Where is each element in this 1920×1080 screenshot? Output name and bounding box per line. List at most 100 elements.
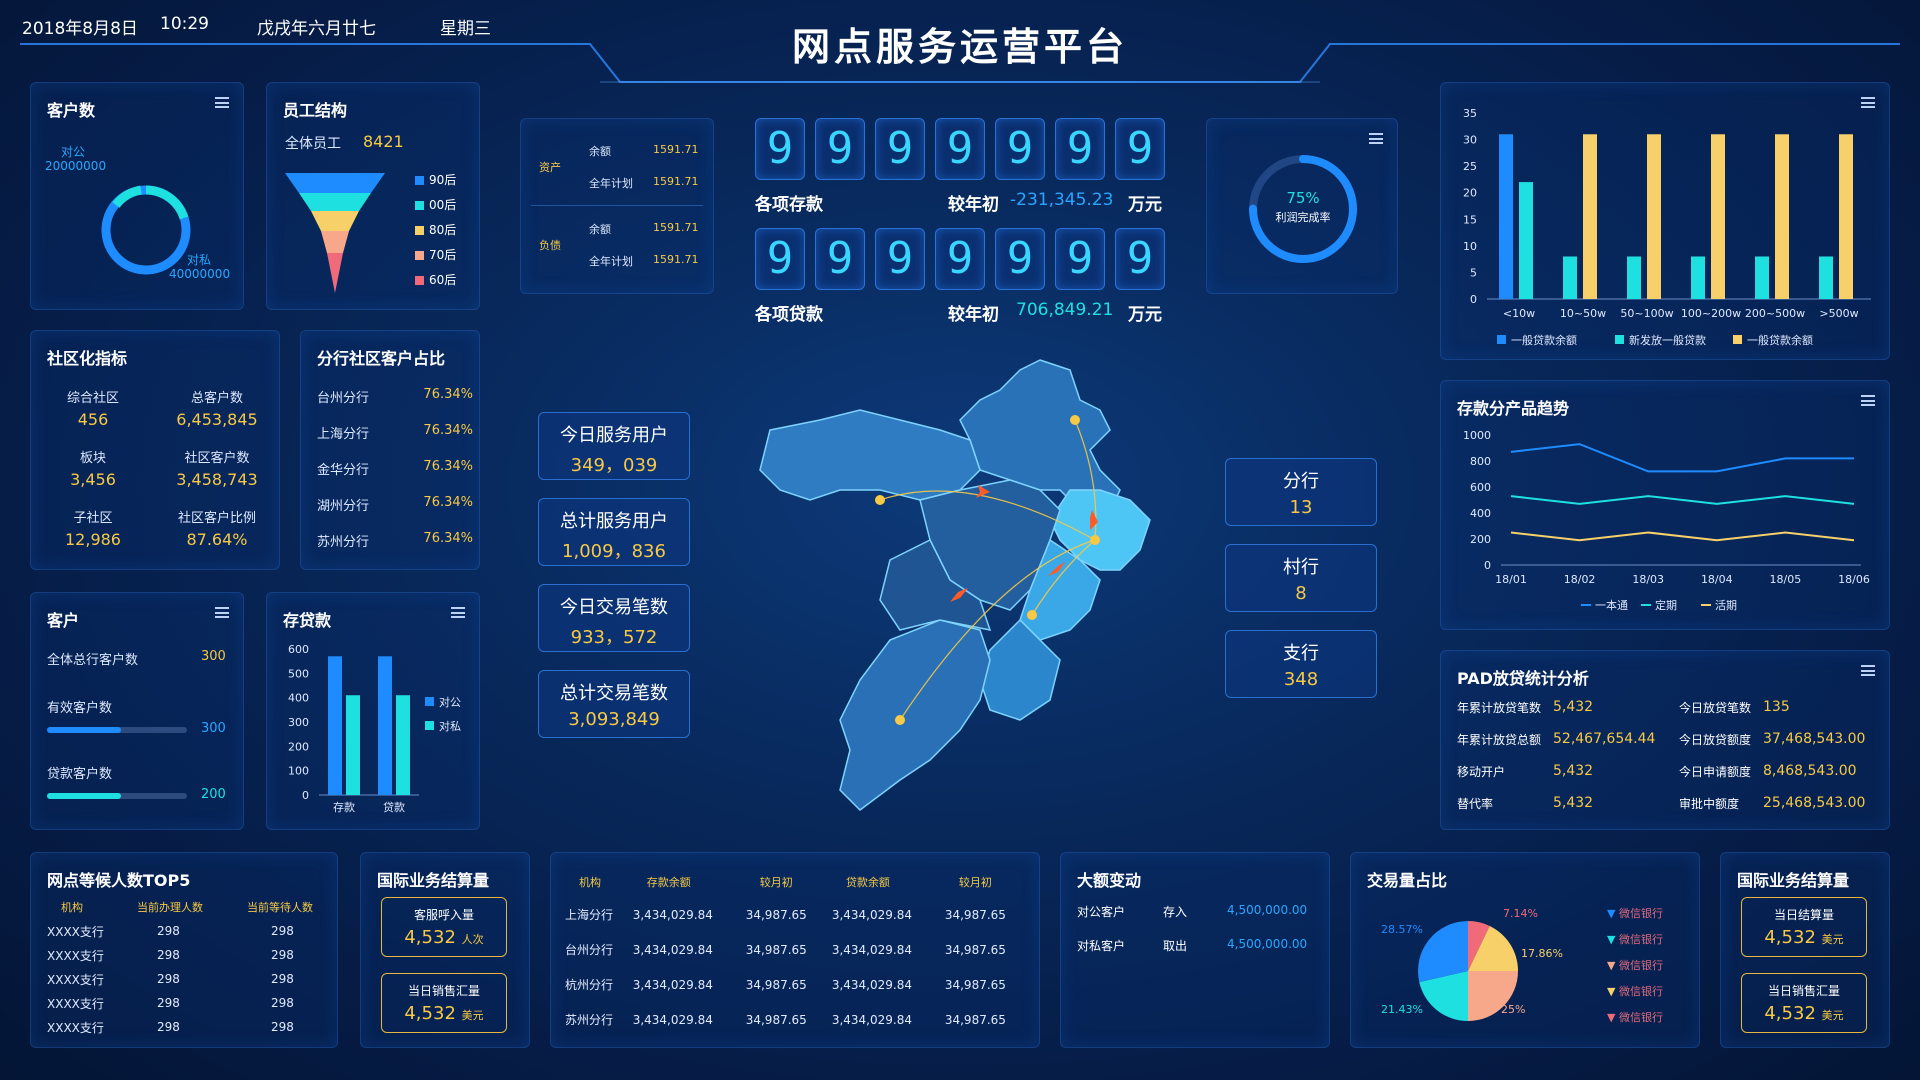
bar [1647,134,1661,299]
legend-label: 一本通 [1595,598,1628,612]
digit: 9 [755,228,805,290]
menu-icon[interactable] [215,97,229,108]
digit: 9 [815,118,865,180]
pad-row: 替代率 5,432 审批中额度 25,468,543.00 [1457,795,1866,811]
x-tick-label: 贷款 [383,800,405,814]
deposit-unit: 万元 [1128,195,1162,215]
panel-title: 客户 [47,611,80,630]
staff-total-value: 8421 [363,132,404,151]
client-label: 全体总行客户数 [47,653,139,668]
list-item: 台州分行 76.34% [317,387,473,406]
legend-item: ▼ 微信银行 [1607,985,1663,998]
table-header: 机构 当前办理人数 当前等待人数 [61,901,313,914]
community-item: 子社区 12,986 [65,511,121,549]
loan-unit: 万元 [1128,305,1162,325]
asset-balance: 1591.71 [653,143,699,156]
client-label: 有效客户数 [47,701,113,716]
y-tick-label: 300 [288,716,309,729]
series-line [1510,443,1854,473]
asset-plan: 1591.71 [653,175,699,188]
org-stat: 支行 348 [1225,630,1377,698]
client-value: 200 [201,787,226,802]
branch-ratio-panel: 分行社区客户占比 台州分行 76.34% 上海分行 76.34% 金华分行 76.34… [300,330,480,570]
service-stat: 总计交易笔数 3,093,849 [538,670,690,738]
bar [1627,256,1641,299]
y-tick-label: 500 [288,667,309,680]
table-row: 苏州分行 3,434,029.84 34,987.65 3,434,029.84 34,… [565,1012,1006,1028]
y-tick-label: 200 [1470,533,1491,546]
legend-label: 一般贷款余额 [1511,333,1577,347]
panel-title: 员工结构 [283,101,348,120]
x-tick-label: 18/03 [1632,573,1664,586]
profit-panel: 75% 利润完成率 [1206,118,1398,294]
series-line [1510,531,1855,542]
client-value: 300 [201,721,226,736]
panel-title: 网点等候人数TOP5 [47,871,191,890]
y-tick-label: 0 [1470,293,1477,306]
branch-table-panel: 机构 存款余额 较月初 贷款余额 较月初 上海分行 3,434,029.84 34,987.… [550,852,1040,1048]
legend-swatch [1733,335,1742,344]
x-tick-label: 200~500w [1745,307,1805,320]
y-tick-label: 600 [288,643,309,656]
x-tick-label: 18/04 [1701,573,1733,586]
service-stat: 总计服务用户 1,009，836 [538,498,690,566]
legend-item: 00后 [415,196,456,221]
pad-row: 年累计放贷总额 52,467,654.44 今日放贷额度 37,468,543.00 [1457,731,1866,747]
x-tick-label: 10~50w [1560,307,1606,320]
list-item: 金华分行 76.34% [317,459,473,478]
debt-plan: 1591.71 [653,253,699,266]
txn-pie-chart: 7.14% 17.86% 25% 21.43% 28.57% [1381,907,1563,1021]
table-row: 台州分行 3,434,029.84 34,987.65 3,434,029.84 34,… [565,942,1006,958]
community-panel: 社区化指标 综合社区 456 总客户数 6,453,845 板块 3,456 社区客户… [30,330,280,570]
loan-bar-panel: 0 5 10 15 20 25 30 35 <10w 10~50w 50~100w 100~200w 2… [1440,82,1890,360]
legend-item: 60后 [415,271,456,296]
intl-box: 当日结算量 4,532 美元 [1741,897,1867,957]
org-stat: 分行 13 [1225,458,1377,526]
y-tick-label: 600 [1470,481,1491,494]
waiting-table: 机构 当前办理人数 当前等待人数 XXXX支行 298 298 XXXX支行 298 298… [47,895,327,1039]
loan-progress-track [47,793,187,799]
pad-grid: 年累计放贷笔数 5,432 今日放贷笔数 135 年累计放贷总额 52,467,654… [1457,699,1877,827]
menu-icon[interactable] [1369,133,1383,144]
digit: 9 [935,118,985,180]
bar [346,695,360,795]
x-tick-label: 18/01 [1495,573,1527,586]
bar [1711,134,1725,299]
pie-label: 21.43% [1381,1003,1423,1016]
bar [1839,134,1853,299]
profit-percent: 75% [1286,189,1320,207]
legend-label: 对公 [439,695,461,709]
menu-icon[interactable] [215,607,229,618]
list-item: 上海分行 76.34% [317,423,473,442]
digit: 9 [1055,118,1105,180]
bar [1583,134,1597,299]
region-map[interactable] [740,340,1180,830]
menu-icon[interactable] [1861,665,1875,676]
y-tick-label: 400 [288,692,309,705]
digit: 9 [995,118,1045,180]
y-tick-label: 30 [1463,134,1477,147]
bar [1819,256,1833,299]
community-item: 社区客户数 3,458,743 [176,451,258,489]
y-tick-label: 800 [1470,455,1491,468]
intl-panel-2: 国际业务结算量 当日结算量 4,532 美元 当日销售汇量 4,532 美元 [1720,852,1890,1048]
legend-item: 80后 [415,221,456,246]
bar [1499,134,1513,299]
y-tick-label: 1000 [1463,429,1491,442]
client-panel: 客户 全体总行客户数 300 有效客户数 300 贷款客户数 200 [30,592,244,830]
legend-label: 对私 [439,719,461,733]
table-header: 机构 存款余额 较月初 贷款余额 较月初 [579,876,992,889]
legend-item: 90后 [415,171,456,196]
txn-share-panel: 交易量占比 7.14% 17.86% 25% 21.43% 28.57% ▼ 微信银行 … [1350,852,1700,1048]
pie-label: 25% [1501,1003,1525,1016]
panel-title: 社区化指标 [47,349,128,368]
x-tick-label: 18/06 [1838,573,1870,586]
header-lunar: 戊戌年六月廿七 [257,19,376,39]
table-row: XXXX支行 298 298 [47,948,294,963]
client-value: 300 [201,649,226,664]
y-tick-label: 35 [1463,107,1477,120]
bar [1775,134,1789,299]
customers-panel: 客户数 对公 20000000 对私 40000000 [30,82,244,310]
intl-box: 客服呼入量 4,532 人次 [381,897,507,957]
intl-box: 当日销售汇量 4,532 美元 [381,973,507,1033]
